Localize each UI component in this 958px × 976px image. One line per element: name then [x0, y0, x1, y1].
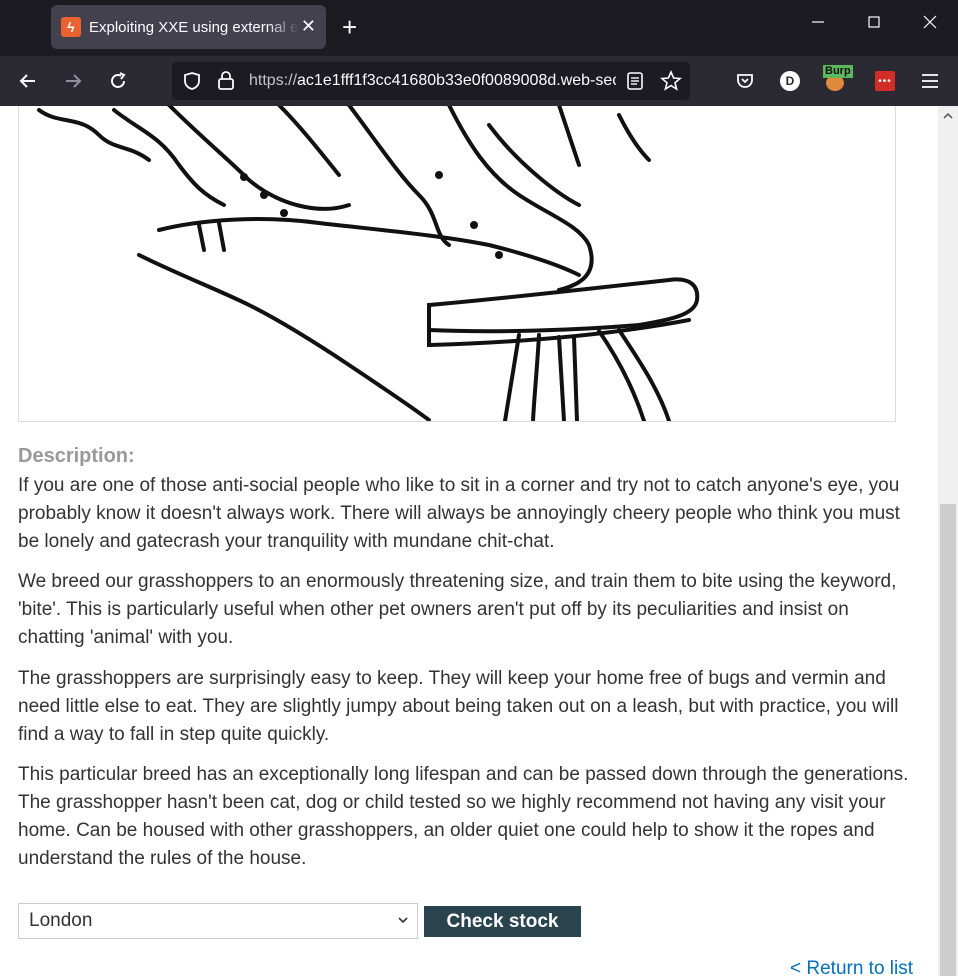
hamburger-menu-icon: [922, 74, 938, 88]
shield-icon: [184, 72, 200, 90]
lock-icon: [218, 71, 234, 90]
minimize-icon: [812, 21, 824, 23]
url-bar[interactable]: https://ac1e1fff1f3cc41680b33e0f0089008d…: [172, 62, 690, 100]
tab-strip: ϟ Exploiting XXE using external entities…: [0, 0, 958, 56]
tab-close-icon[interactable]: ✕: [301, 16, 316, 36]
description-paragraph: If you are one of those anti-social peop…: [18, 475, 900, 552]
store-select[interactable]: London: [18, 903, 418, 939]
lightning-favicon-icon: ϟ: [61, 17, 81, 37]
browser-tab[interactable]: ϟ Exploiting XXE using external entities…: [51, 5, 326, 49]
store-select-value: London: [29, 910, 93, 931]
minimize-button[interactable]: [810, 14, 826, 35]
bookmark-star-icon: [660, 70, 682, 91]
menu-button[interactable]: [917, 68, 943, 94]
maximize-button[interactable]: [866, 14, 882, 35]
extension-d-icon: D: [780, 71, 800, 91]
scroll-up-icon[interactable]: [942, 110, 954, 124]
burp-badge: Burp: [823, 65, 853, 78]
forward-button[interactable]: [60, 68, 86, 94]
burp-icon: Burp: [823, 65, 853, 93]
pocket-button[interactable]: [732, 68, 758, 94]
return-to-list-link[interactable]: < Return to list: [790, 958, 913, 976]
reload-button[interactable]: [105, 68, 131, 94]
description-label: Description:: [18, 445, 135, 467]
page-viewport: Description: If you are one of those ant…: [0, 106, 938, 976]
url-text[interactable]: https://ac1e1fff1f3cc41680b33e0f0089008d…: [249, 72, 616, 90]
lastpass-extension-button[interactable]: •••: [872, 68, 898, 94]
close-icon: [923, 15, 937, 29]
lastpass-icon: •••: [875, 71, 895, 91]
scrollbar-thumb[interactable]: [940, 504, 956, 976]
reader-view-icon: [627, 72, 643, 90]
navigation-toolbar: https://ac1e1fff1f3cc41680b33e0f0089008d…: [0, 56, 958, 106]
product-image: [18, 106, 896, 422]
maximize-icon: [868, 16, 880, 28]
tab-title: Exploiting XXE using external entities t…: [89, 18, 299, 36]
burp-extension-button[interactable]: Burp: [822, 65, 853, 94]
close-window-button[interactable]: [922, 14, 938, 35]
extension-d-button[interactable]: D: [777, 68, 803, 94]
forward-arrow-icon: [66, 74, 82, 88]
back-arrow-icon: [19, 74, 35, 88]
reload-icon: [111, 72, 126, 88]
new-tab-button[interactable]: +: [342, 14, 357, 40]
description-paragraph: We breed our grasshoppers to an enormous…: [18, 571, 897, 648]
pocket-icon: [737, 74, 753, 88]
back-button[interactable]: [15, 68, 41, 94]
vertical-scrollbar[interactable]: [938, 106, 958, 976]
chevron-down-icon: [397, 904, 409, 950]
description-paragraph: The grasshoppers are surprisingly easy t…: [18, 668, 899, 745]
check-stock-button[interactable]: Check stock: [424, 906, 581, 937]
description-paragraph: This particular breed has an exceptional…: [18, 764, 909, 869]
seated-figure-illustration: [37, 106, 700, 421]
